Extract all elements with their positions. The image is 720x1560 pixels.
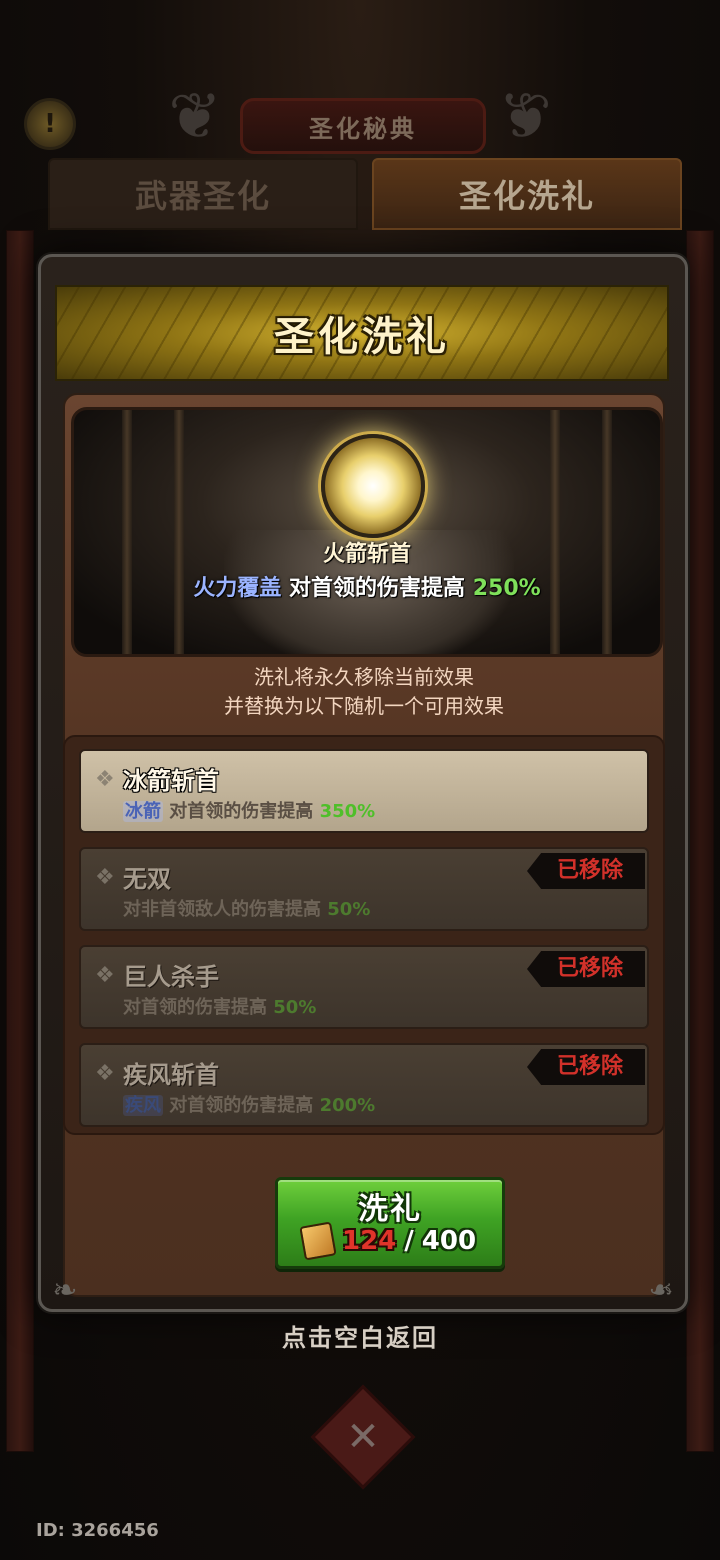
option-effect: 对非首领敌人的伤害提高	[123, 899, 321, 920]
current-effect-showcase: 火箭斩首 火力覆盖 对首领的伤害提高 250%	[71, 407, 663, 657]
alert-icon[interactable]: !	[24, 98, 76, 150]
diamond-icon: ❖	[95, 767, 115, 792]
baptism-notice: 洗礼将永久移除当前效果 并替换为以下随机一个可用效果	[65, 663, 663, 721]
background-frame-left	[6, 230, 34, 1452]
user-id: ID: 3266456	[36, 1520, 159, 1541]
option-tag: 冰箭	[123, 801, 163, 822]
option-value: 200%	[319, 1095, 376, 1116]
option-name: 巨人杀手	[123, 963, 219, 991]
option-item[interactable]: ❖ 冰箭斩首 冰箭 对首领的伤害提高 350%	[79, 749, 649, 833]
option-name: 疾风斩首	[123, 1061, 219, 1089]
option-tag: 疾风	[123, 1095, 163, 1116]
page-title: 圣化秘典	[240, 98, 486, 154]
option-value: 350%	[319, 801, 376, 822]
corner-ornament-icon: ❧	[648, 1273, 674, 1308]
current-effect-keyword: 火力覆盖	[193, 576, 282, 601]
baptize-button-label: 洗礼	[358, 1192, 422, 1227]
current-effect-value: 250%	[472, 576, 541, 601]
removed-badge: 已移除	[527, 853, 645, 889]
tab-sanctify-baptism[interactable]: 圣化洗礼	[372, 158, 682, 230]
modal-body: 火箭斩首 火力覆盖 对首领的伤害提高 250% 洗礼将永久移除当前效果 并替换为…	[63, 393, 665, 1297]
modal-title: 圣化洗礼	[274, 314, 450, 360]
current-effect-description: 火力覆盖 对首领的伤害提高 250%	[74, 570, 660, 602]
notice-line: 洗礼将永久移除当前效果	[254, 665, 474, 689]
tab-weapon-sanctify[interactable]: 武器圣化	[48, 158, 358, 230]
option-name: 无双	[123, 865, 171, 893]
diamond-icon: ❖	[95, 1061, 115, 1086]
option-item[interactable]: ❖ 巨人杀手 对首领的伤害提高 50% 已移除	[79, 945, 649, 1029]
pillar-decoration	[174, 410, 184, 654]
removed-badge: 已移除	[527, 1049, 645, 1085]
option-description: 冰箭 对首领的伤害提高 350%	[123, 797, 375, 823]
relic-orb-icon	[321, 434, 425, 538]
modal-header: 圣化洗礼	[55, 285, 669, 381]
pillar-decoration	[550, 410, 560, 654]
corner-ornament-icon: ❧	[52, 1273, 78, 1308]
option-description: 对首领的伤害提高 50%	[123, 993, 316, 1019]
baptize-cost: 124 / 400	[299, 1221, 477, 1261]
option-value: 50%	[273, 997, 317, 1018]
baptism-modal: 圣化洗礼 火箭斩首 火力覆盖 对首领的伤害提高 250% 洗礼将永久移除当前效果…	[38, 254, 688, 1312]
current-effect-name: 火箭斩首	[322, 542, 411, 567]
diamond-icon: ❖	[95, 865, 115, 890]
pillar-decoration	[122, 410, 132, 654]
option-item[interactable]: ❖ 无双 对非首领敌人的伤害提高 50% 已移除	[79, 847, 649, 931]
option-effect: 对首领的伤害提高	[169, 1095, 314, 1116]
wing-right-icon: ❦	[498, 80, 552, 154]
option-value: 50%	[327, 899, 371, 920]
options-list: ❖ 冰箭斩首 冰箭 对首领的伤害提高 350% ❖ 无双 对非首领敌人的伤害提高…	[63, 735, 665, 1135]
option-description: 对非首领敌人的伤害提高 50%	[123, 895, 370, 921]
option-name: 冰箭斩首	[123, 767, 219, 795]
baptism-stone-icon	[299, 1221, 337, 1261]
cost-required: 400	[421, 1226, 477, 1256]
wing-left-icon: ❦	[168, 80, 222, 154]
cost-owned: 124	[342, 1226, 397, 1256]
baptize-button[interactable]: 洗礼 124 / 400	[275, 1177, 505, 1269]
tap-blank-to-return-hint[interactable]: 点击空白返回	[0, 1318, 720, 1353]
pillar-decoration	[602, 410, 612, 654]
current-effect-text: 对首领的伤害提高	[289, 576, 466, 601]
notice-line: 并替换为以下随机一个可用效果	[224, 694, 504, 718]
background-frame-right	[686, 230, 714, 1452]
option-effect: 对首领的伤害提高	[123, 997, 267, 1018]
cost-separator: /	[404, 1226, 414, 1256]
removed-badge: 已移除	[527, 951, 645, 987]
option-item[interactable]: ❖ 疾风斩首 疾风 对首领的伤害提高 200% 已移除	[79, 1043, 649, 1127]
option-effect: 对首领的伤害提高	[169, 801, 314, 822]
diamond-icon: ❖	[95, 963, 115, 988]
option-description: 疾风 对首领的伤害提高 200%	[123, 1091, 375, 1117]
